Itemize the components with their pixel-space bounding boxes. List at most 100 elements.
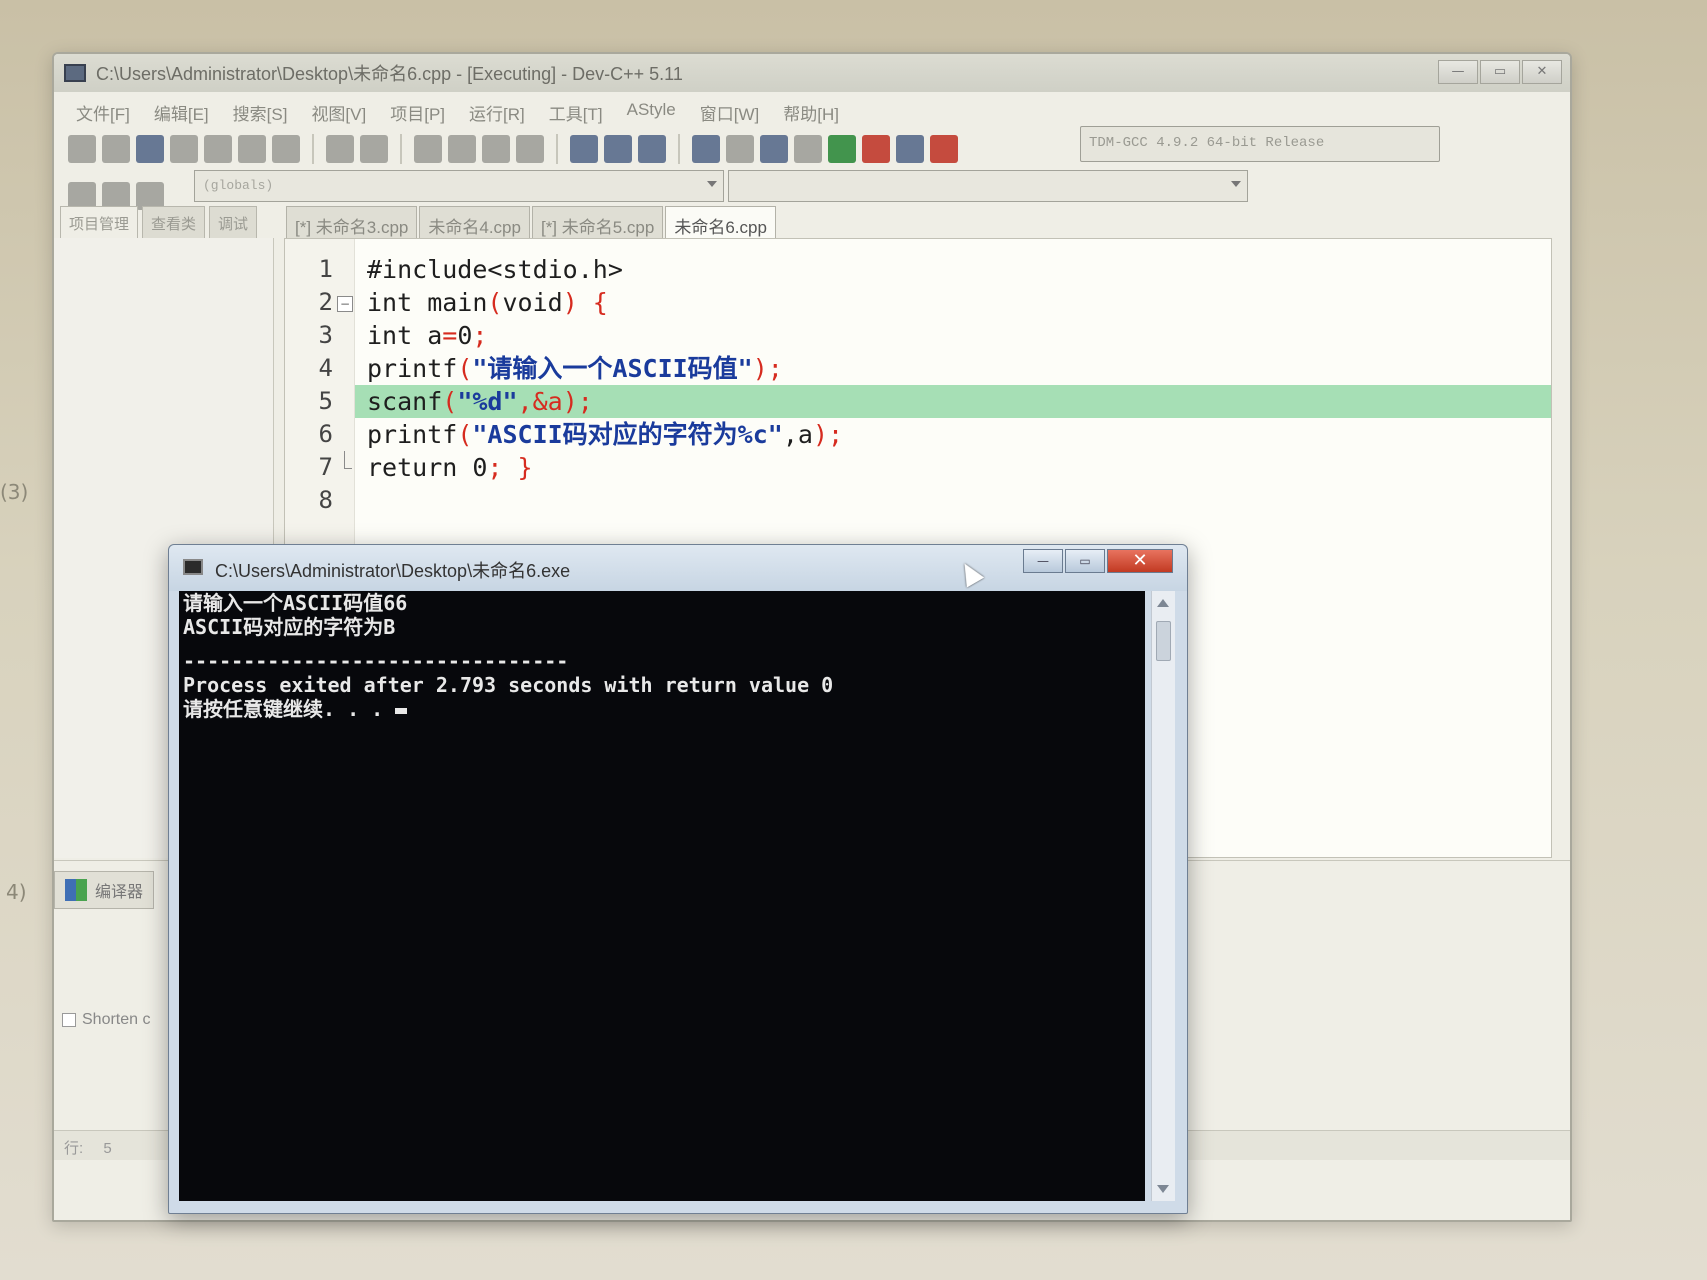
menu-astyle[interactable]: AStyle (615, 96, 688, 124)
shorten-checkbox[interactable] (62, 1013, 76, 1027)
chevron-down-icon (1231, 181, 1241, 187)
menu-window[interactable]: 窗口[W] (688, 96, 772, 124)
print-icon[interactable] (272, 135, 300, 163)
fold-end-marker (344, 451, 352, 469)
code-token: ,&a); (517, 387, 593, 416)
console-prompt-line: 请按任意键继续. . . (183, 697, 1141, 721)
replace-icon[interactable] (448, 135, 476, 163)
line-number: 5 (318, 387, 333, 415)
close-button[interactable]: ✕ (1522, 60, 1562, 84)
devcpp-app-icon (64, 64, 86, 82)
new-file-icon[interactable] (68, 135, 96, 163)
console-close-button[interactable]: ✕ (1107, 549, 1173, 573)
menu-file[interactable]: 文件[F] (64, 96, 142, 124)
code-line: 1 #include<stdio.h> (285, 253, 1551, 286)
menu-help[interactable]: 帮助[H] (771, 96, 851, 124)
rebuild-icon[interactable] (794, 135, 822, 163)
chevron-down-icon (707, 181, 717, 187)
tab-debug[interactable]: 调试 (209, 206, 258, 241)
shorten-label: Shorten c (82, 1011, 151, 1028)
minimize-button[interactable]: — (1438, 60, 1478, 84)
find-icon[interactable] (414, 135, 442, 163)
close-all-icon[interactable] (238, 135, 266, 163)
code-token: ; (472, 321, 488, 350)
code-text: printf("ASCII码对应的字符为%c",a); (367, 418, 843, 451)
close-file-icon[interactable] (204, 135, 232, 163)
fold-toggle-icon[interactable]: − (337, 296, 353, 312)
save-all-icon[interactable] (170, 135, 198, 163)
main-toolbar (68, 128, 958, 170)
code-line: 5 scanf("%d",&a); (285, 385, 1551, 418)
code-token: return (367, 453, 473, 482)
run-icon[interactable] (726, 135, 754, 163)
code-token: printf (367, 354, 458, 383)
line-number: 1 (318, 255, 333, 283)
indent-icon[interactable] (570, 135, 598, 163)
code-line: 7 return 0; } (285, 451, 1551, 484)
line-number: 4 (318, 354, 333, 382)
left-panel-tabs: 项目管理 查看类 调试 (60, 206, 258, 241)
margin-mark-3: (3) (0, 480, 29, 504)
bookmark-icon[interactable] (516, 135, 544, 163)
redo-icon[interactable] (360, 135, 388, 163)
code-token: int a (367, 321, 443, 350)
scroll-up-icon[interactable] (1157, 599, 1169, 607)
goto-line-icon[interactable] (482, 135, 510, 163)
console-cursor (395, 707, 408, 714)
compile-run-icon[interactable] (760, 135, 788, 163)
save-icon[interactable] (136, 135, 164, 163)
status-line-value: 5 (103, 1140, 112, 1157)
debug-icon[interactable] (930, 135, 958, 163)
profile-icon[interactable] (896, 135, 924, 163)
console-titlebar[interactable]: C:\Users\Administrator\Desktop\未命名6.exe … (169, 545, 1187, 591)
scroll-thumb[interactable] (1156, 621, 1171, 661)
menu-search[interactable]: 搜索[S] (221, 96, 300, 124)
console-minimize-button[interactable]: — (1023, 549, 1063, 573)
menu-bar: 文件[F] 编辑[E] 搜索[S] 视图[V] 项目[P] 运行[R] 工具[T… (64, 96, 851, 124)
ide-window-title: C:\Users\Administrator\Desktop\未命名6.cpp … (96, 64, 683, 84)
compile-icon[interactable] (692, 135, 720, 163)
scope-select[interactable]: (globals) (194, 170, 724, 202)
code-line: 6 printf("ASCII码对应的字符为%c",a); (285, 418, 1551, 451)
unindent-icon[interactable] (604, 135, 632, 163)
open-file-icon[interactable] (102, 135, 130, 163)
console-output[interactable]: 请输入一个ASCII码值66 ASCII码对应的字符为B -------------… (179, 591, 1145, 1201)
menu-project[interactable]: 项目[P] (378, 96, 457, 124)
code-line: 4 printf("请输入一个ASCII码值"); (285, 352, 1551, 385)
code-token: "请输入一个ASCII码值" (472, 354, 753, 383)
console-prompt: 请按任意键继续. . . (183, 697, 396, 721)
code-token: int main (367, 288, 488, 317)
toggle-comment-icon[interactable] (638, 135, 666, 163)
check-icon[interactable] (828, 135, 856, 163)
member-select[interactable] (728, 170, 1248, 202)
code-token: printf (367, 420, 458, 449)
menu-run[interactable]: 运行[R] (457, 96, 537, 124)
code-token: "ASCII码对应的字符为%c" (472, 420, 783, 449)
code-line: 3 int a=0; (285, 319, 1551, 352)
scroll-down-icon[interactable] (1157, 1185, 1169, 1193)
code-token: 0 (457, 321, 473, 350)
shorten-option[interactable]: Shorten c (62, 1011, 150, 1029)
ide-titlebar[interactable]: C:\Users\Administrator\Desktop\未命名6.cpp … (54, 54, 1570, 92)
stop-execution-icon[interactable] (862, 135, 890, 163)
code-text: #include<stdio.h> (367, 253, 623, 286)
code-text: int a=0; (367, 319, 487, 352)
maximize-button[interactable]: ▭ (1480, 60, 1520, 84)
menu-edit[interactable]: 编辑[E] (142, 96, 221, 124)
undo-icon[interactable] (326, 135, 354, 163)
console-maximize-button[interactable]: ▭ (1065, 549, 1105, 573)
tab-classes[interactable]: 查看类 (142, 206, 206, 241)
tab-compiler[interactable]: 编译器 (54, 871, 155, 909)
tab-project[interactable]: 项目管理 (60, 206, 139, 241)
menu-view[interactable]: 视图[V] (299, 96, 378, 124)
code-text: return 0; } (367, 451, 533, 484)
compiler-select[interactable]: TDM-GCC 4.9.2 64-bit Release (1080, 126, 1440, 162)
code-token: "%d" (457, 387, 518, 416)
scope-value: (globals) (203, 178, 274, 193)
code-token: scanf (367, 387, 443, 416)
code-token: 0 (472, 453, 488, 482)
console-scrollbar[interactable] (1151, 591, 1175, 1201)
menu-tools[interactable]: 工具[T] (537, 96, 615, 124)
code-token: #include<stdio.h> (367, 255, 623, 284)
